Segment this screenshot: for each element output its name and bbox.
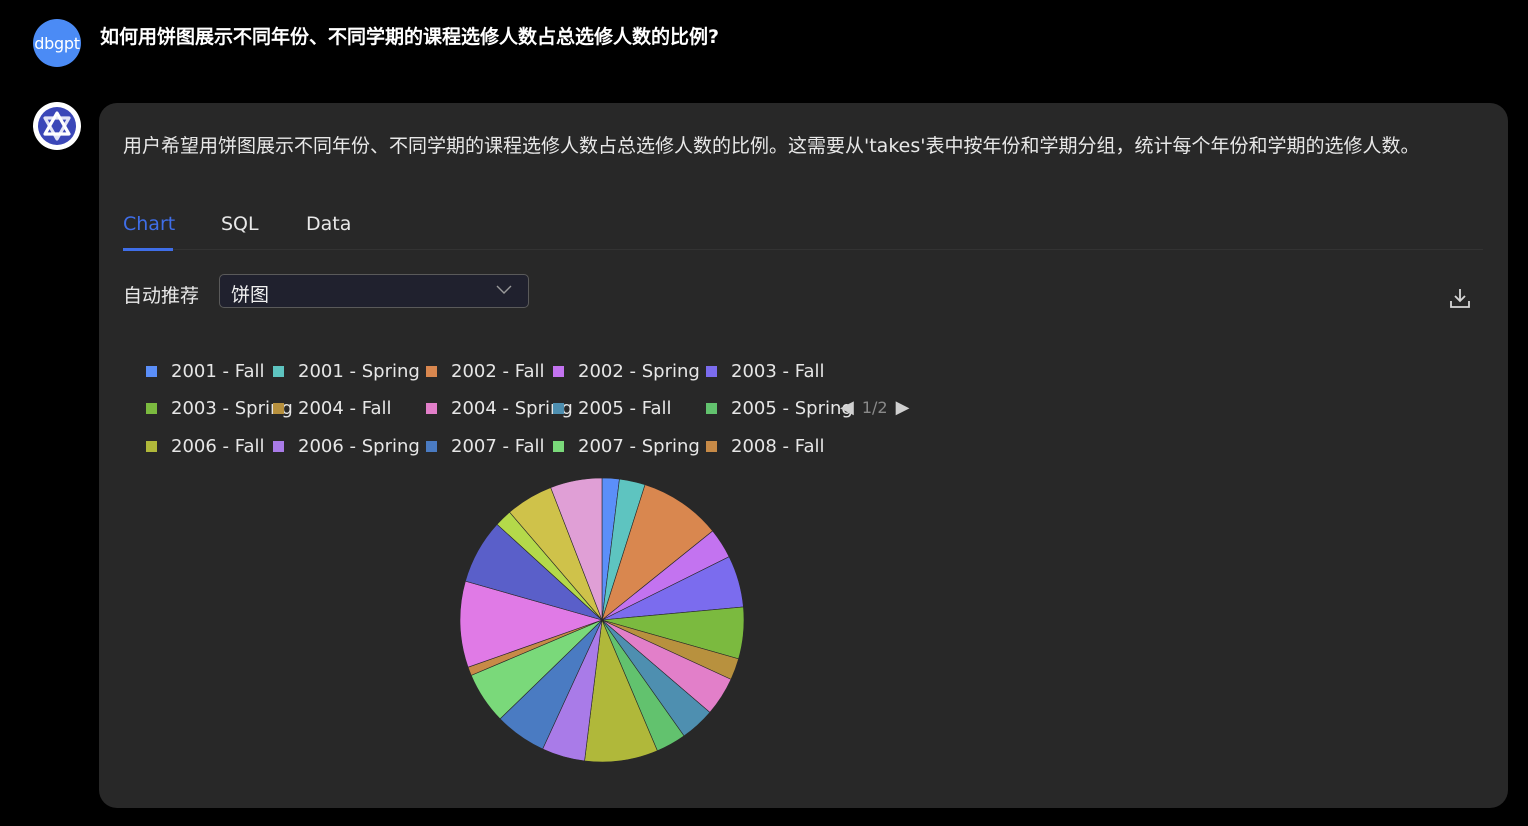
legend-page-indicator: 1/2 <box>861 397 888 417</box>
legend-label: 2002 - Fall <box>451 360 545 382</box>
legend-item[interactable]: 2004 - Fall <box>273 396 391 420</box>
legend-swatch <box>146 365 157 377</box>
legend-pager: ◀ 1/2 ▶ <box>840 395 909 419</box>
chart-type-select[interactable]: 饼图 <box>219 274 529 308</box>
legend-label: 2007 - Fall <box>451 435 545 457</box>
legend-swatch <box>706 365 717 377</box>
legend-next-button[interactable]: ▶ <box>896 397 910 418</box>
download-icon[interactable] <box>1449 287 1471 309</box>
legend-label: 2003 - Fall <box>731 360 825 382</box>
legend-label: 2001 - Fall <box>171 360 265 382</box>
legend-item[interactable]: 2002 - Spring <box>553 359 700 383</box>
legend-item[interactable]: 2001 - Fall <box>146 359 264 383</box>
tab-sql[interactable]: SQL <box>221 213 259 235</box>
active-tab-indicator <box>123 248 173 251</box>
legend-swatch <box>553 365 564 377</box>
chart-type-value: 饼图 <box>231 284 270 306</box>
legend-label: 2002 - Spring <box>578 360 700 382</box>
user-avatar: dbgpt <box>33 19 81 67</box>
legend-item[interactable]: 2008 - Fall <box>706 434 824 458</box>
legend-label: 2006 - Spring <box>298 435 420 457</box>
chat-page: dbgpt 如何用饼图展示不同年份、不同学期的课程选修人数占总选修人数的比例? … <box>0 0 1528 826</box>
pie-chart <box>459 477 745 763</box>
legend-label: 2005 - Fall <box>578 397 672 419</box>
legend-item[interactable]: 2006 - Spring <box>273 434 420 458</box>
legend-item[interactable]: 2005 - Spring <box>706 396 853 420</box>
legend-swatch <box>553 440 564 452</box>
legend-prev-button[interactable]: ◀ <box>840 397 854 418</box>
tab-chart[interactable]: Chart <box>123 213 175 235</box>
legend-item[interactable]: 2002 - Fall <box>426 359 544 383</box>
legend-swatch <box>706 402 717 414</box>
user-question: 如何用饼图展示不同年份、不同学期的课程选修人数占总选修人数的比例? <box>100 26 720 48</box>
legend-item[interactable]: 2006 - Fall <box>146 434 264 458</box>
legend-item[interactable]: 2005 - Fall <box>553 396 671 420</box>
answer-text: 用户希望用饼图展示不同年份、不同学期的课程选修人数占总选修人数的比例。这需要从'… <box>123 135 1420 157</box>
response-card: 用户希望用饼图展示不同年份、不同学期的课程选修人数占总选修人数的比例。这需要从'… <box>99 103 1508 808</box>
result-tabs: Chart SQL Data <box>123 207 1483 251</box>
legend-swatch <box>553 402 564 414</box>
legend-swatch <box>426 402 437 414</box>
legend-item[interactable]: 2004 - Spring <box>426 396 573 420</box>
recommend-label: 自动推荐 <box>123 285 200 307</box>
legend-item[interactable]: 2003 - Spring <box>146 396 293 420</box>
legend-label: 2008 - Fall <box>731 435 825 457</box>
legend-item[interactable]: 2007 - Fall <box>426 434 544 458</box>
legend-label: 2005 - Spring <box>731 397 853 419</box>
bot-avatar <box>33 102 81 150</box>
legend-swatch <box>146 440 157 452</box>
legend-swatch <box>273 402 284 414</box>
legend-label: 2006 - Fall <box>171 435 265 457</box>
legend-swatch <box>273 365 284 377</box>
legend-item[interactable]: 2001 - Spring <box>273 359 420 383</box>
user-avatar-text: dbgpt <box>34 33 80 53</box>
legend-item[interactable]: 2003 - Fall <box>706 359 824 383</box>
legend-swatch <box>706 440 717 452</box>
tab-data[interactable]: Data <box>306 213 351 235</box>
legend-swatch <box>426 365 437 377</box>
legend-item[interactable]: 2007 - Spring <box>553 434 700 458</box>
legend-swatch <box>146 402 157 414</box>
legend-label: 2007 - Spring <box>578 435 700 457</box>
legend-swatch <box>273 440 284 452</box>
bot-logo-icon <box>38 107 76 145</box>
legend-label: 2004 - Fall <box>298 397 392 419</box>
chevron-down-icon <box>496 285 512 294</box>
legend-label: 2001 - Spring <box>298 360 420 382</box>
legend-swatch <box>426 440 437 452</box>
